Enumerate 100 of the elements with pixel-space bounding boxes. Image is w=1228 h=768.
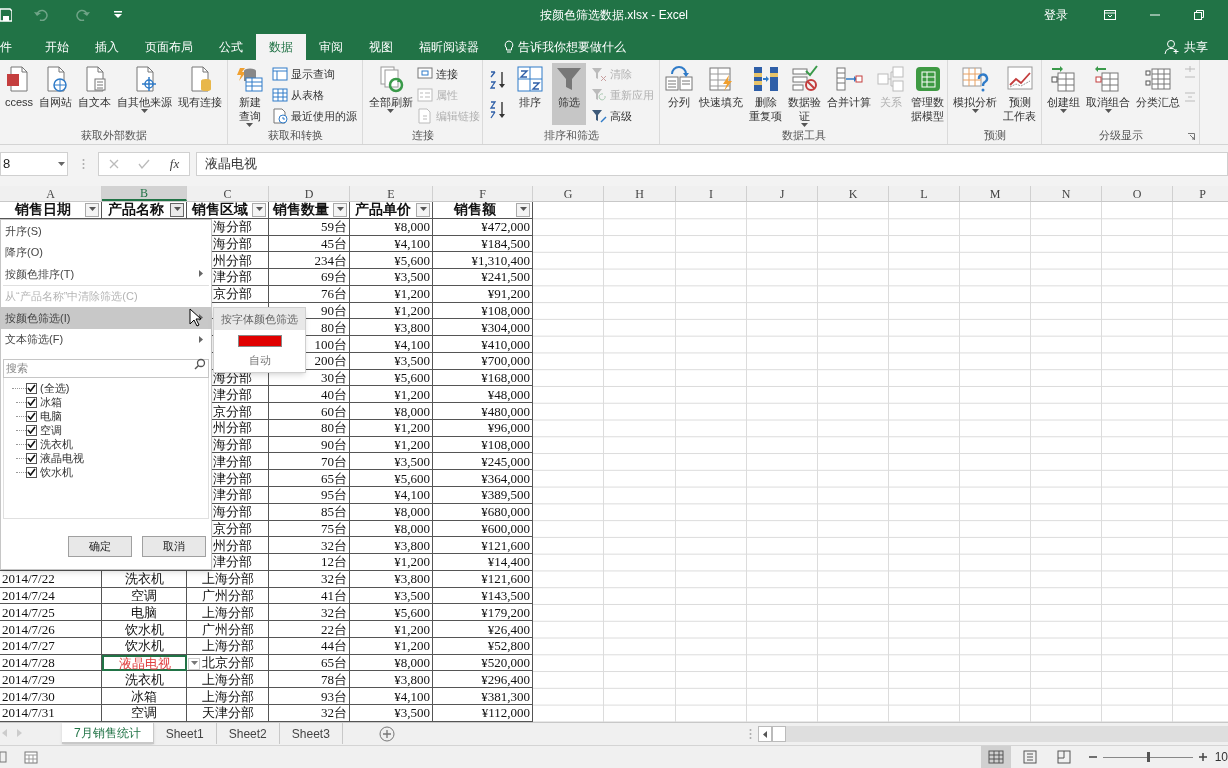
ribbon-tab[interactable]: 视图 — [356, 34, 406, 60]
name-box[interactable]: 8 — [0, 152, 68, 176]
menu-item[interactable]: 文本筛选(F) — [1, 328, 211, 350]
sheet-tab[interactable]: 7月销售统计 — [62, 723, 154, 744]
filter-button[interactable] — [85, 202, 99, 217]
filter-button[interactable] — [333, 202, 347, 217]
ribbon-button[interactable]: 取消组合 — [1083, 63, 1133, 125]
formula-field[interactable]: 液晶电视 — [196, 152, 1228, 176]
filter-button[interactable] — [416, 202, 430, 217]
ribbon-button[interactable]: 自网站 — [36, 63, 76, 125]
ribbon-button[interactable]: 删除 重复项 — [746, 63, 785, 125]
sheet-tab[interactable]: Sheet3 — [279, 723, 343, 744]
ribbon-tab[interactable]: 审阅 — [306, 34, 356, 60]
table-cell: 洗衣机 — [124, 572, 164, 586]
plus-circle-icon — [378, 726, 395, 742]
checkbox[interactable] — [26, 452, 37, 464]
filter-button[interactable] — [252, 202, 266, 217]
ribbon-button[interactable]: 自其他来源 — [114, 63, 176, 125]
column-header[interactable]: N — [1031, 186, 1102, 201]
table-cell: ¥26,400 — [487, 622, 530, 636]
ribbon-button[interactable]: 数据验 证 — [785, 63, 824, 125]
tell-me-field[interactable]: 告诉我你想要做什么 — [518, 38, 626, 56]
ribbon-small-button[interactable]: 连接 — [416, 64, 480, 84]
cell-dropdown-button[interactable] — [188, 657, 200, 670]
filter-button[interactable] — [516, 202, 530, 217]
column-header[interactable]: E — [350, 186, 433, 201]
ribbon-button[interactable]: 自文本 — [75, 63, 115, 125]
filter-button[interactable] — [170, 202, 184, 217]
sheet-tab[interactable]: Sheet1 — [153, 723, 217, 744]
cancel-button[interactable]: 取消 — [142, 536, 206, 557]
table-cell: ¥600,000 — [481, 521, 530, 535]
menu-item[interactable]: 按颜色筛选(I) — [1, 307, 211, 329]
checkbox[interactable] — [26, 410, 37, 422]
ribbon-button[interactable]: 管理数 据模型 — [908, 63, 947, 125]
ribbon-button[interactable]: 全部刷新 — [365, 63, 416, 125]
ribbon-tab[interactable]: 插入 — [82, 34, 132, 60]
ribbon-tab[interactable]: 公式 — [206, 34, 256, 60]
ribbon-button[interactable]: ccess — [2, 63, 37, 125]
insert-function-button[interactable]: fx — [169, 154, 180, 174]
ribbon-small-button[interactable]: 显示查询 — [272, 64, 358, 84]
advanced-filter-icon — [591, 108, 608, 124]
table-cell: ¥472,000 — [481, 220, 530, 234]
sort-ascending-button[interactable] — [487, 69, 508, 91]
column-header[interactable]: G — [533, 186, 604, 201]
ribbon-small-button[interactable]: 从表格 — [272, 85, 358, 105]
column-header[interactable]: B — [102, 186, 187, 201]
ribbon-tab[interactable]: 页面布局 — [132, 34, 206, 60]
column-header[interactable]: L — [889, 186, 960, 201]
view-button[interactable] — [980, 745, 1011, 768]
ribbon-button[interactable]: 模拟分析 — [950, 63, 1000, 125]
ok-button[interactable]: 确定 — [68, 536, 132, 557]
horizontal-scrollbar[interactable] — [758, 726, 1228, 742]
column-header[interactable]: O — [1102, 186, 1173, 201]
add-sheet-button[interactable] — [378, 726, 395, 742]
table-cell: ¥1,200 — [394, 438, 430, 452]
column-header[interactable]: D — [269, 186, 350, 201]
ribbon-button[interactable]: 快速填充 — [696, 63, 746, 125]
ribbon-button[interactable]: 筛选 — [552, 63, 587, 125]
ribbon-button[interactable]: 现有连接 — [175, 63, 226, 125]
sheet-tab[interactable]: Sheet2 — [216, 723, 280, 744]
ribbon-button[interactable]: 创建组 — [1044, 63, 1083, 125]
column-header[interactable]: I — [676, 186, 747, 201]
search-field[interactable]: 搜索 — [3, 358, 209, 378]
column-header[interactable]: H — [604, 186, 676, 201]
sign-in-link[interactable]: 登录 — [1044, 6, 1068, 24]
scroll-thumb[interactable] — [772, 726, 786, 742]
column-header[interactable]: C — [187, 186, 269, 201]
checkbox[interactable] — [26, 438, 37, 450]
ribbon-small-button[interactable]: 最近使用的源 — [272, 106, 358, 126]
checkbox[interactable] — [26, 466, 37, 478]
ribbon-tab[interactable]: 福昕阅读器 — [406, 34, 492, 60]
ribbon-button[interactable]: 分列 — [662, 63, 696, 125]
ribbon-small-button[interactable]: 高级 — [591, 106, 655, 126]
column-header[interactable]: P — [1173, 186, 1228, 201]
zoom-slider[interactable] — [1102, 752, 1193, 762]
ribbon-button[interactable]: 预测 工作表 — [1000, 63, 1039, 125]
share-button[interactable]: 共享 — [1184, 38, 1208, 56]
ribbon-button[interactable]: 排序 — [512, 63, 547, 125]
menu-item[interactable]: 降序(O) — [1, 241, 211, 263]
menu-item[interactable]: 升序(S) — [1, 220, 211, 242]
ribbon-button[interactable]: 合并计算 — [824, 63, 874, 125]
table-cell: 85台 — [321, 505, 347, 519]
ribbon-button[interactable]: 新建 查询 — [232, 63, 267, 125]
sort-descending-button[interactable] — [487, 99, 508, 121]
table-cell: ¥143,500 — [481, 589, 530, 602]
checkbox[interactable] — [26, 424, 37, 436]
column-header[interactable]: K — [818, 186, 889, 201]
ribbon-tab[interactable]: 开始 — [32, 34, 82, 60]
menu-item[interactable]: 按颜色排序(T) — [1, 263, 211, 285]
ribbon-tab[interactable]: 件 — [0, 34, 32, 60]
color-swatch[interactable] — [237, 335, 282, 347]
table-cell: ¥3,500 — [394, 354, 430, 368]
zoom-thumb[interactable] — [1146, 752, 1150, 762]
ribbon-tab[interactable]: 数据 — [256, 34, 306, 60]
ribbon-button[interactable]: 分类汇总 — [1133, 63, 1183, 125]
checkbox[interactable] — [26, 396, 37, 408]
column-header[interactable]: J — [747, 186, 818, 201]
column-header[interactable]: M — [960, 186, 1031, 201]
checkbox[interactable] — [26, 382, 37, 394]
menu-item[interactable]: 自动 — [248, 352, 271, 369]
